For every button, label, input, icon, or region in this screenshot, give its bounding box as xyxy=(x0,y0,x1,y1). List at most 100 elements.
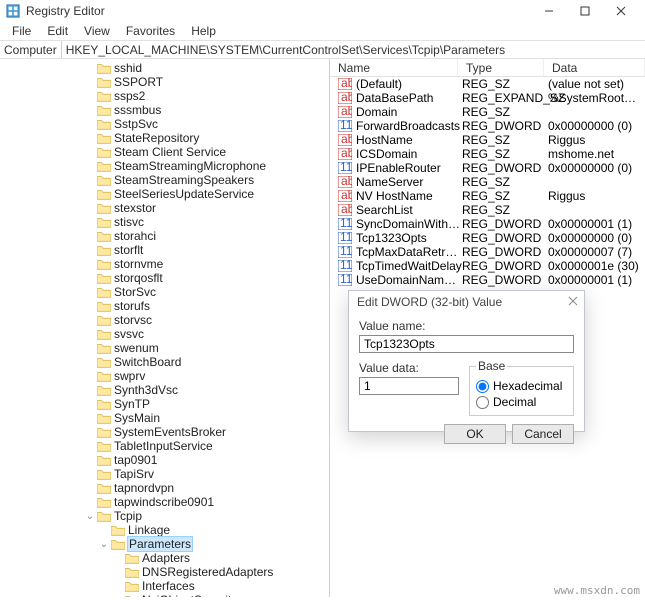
tree-node-label: SynTP xyxy=(114,397,150,411)
cancel-button[interactable]: Cancel xyxy=(512,424,574,444)
tree-node[interactable]: ›DNSRegisteredAdapters xyxy=(0,565,329,579)
cell-type: REG_DWORD xyxy=(462,217,548,231)
addressbar: Computer HKEY_LOCAL_MACHINE\SYSTEM\Curre… xyxy=(0,41,645,59)
list-row[interactable]: 110IPEnableRouterREG_DWORD0x00000000 (0) xyxy=(330,161,645,175)
tree-node[interactable]: ›SystemEventsBroker xyxy=(0,425,329,439)
cell-data: 0x00000000 (0) xyxy=(548,161,645,175)
tree-node[interactable]: ›SteamStreamingMicrophone xyxy=(0,159,329,173)
radio-dec[interactable]: Decimal xyxy=(476,395,567,409)
col-data[interactable]: Data xyxy=(544,59,645,76)
tree-node[interactable]: ›swenum xyxy=(0,341,329,355)
tree-node[interactable]: ›SynTP xyxy=(0,397,329,411)
list-row[interactable]: abNameServerREG_SZ xyxy=(330,175,645,189)
cell-name: IPEnableRouter xyxy=(356,161,462,175)
tree-node[interactable]: ›sssmbus xyxy=(0,103,329,117)
svg-text:ab: ab xyxy=(341,204,352,216)
ok-button[interactable]: OK xyxy=(444,424,506,444)
edit-dword-dialog: Edit DWORD (32-bit) Value Value name: Va… xyxy=(348,290,585,432)
tree-node[interactable]: ›stexstor xyxy=(0,201,329,215)
tree-node[interactable]: ›StateRepository xyxy=(0,131,329,145)
cell-type: REG_DWORD xyxy=(462,161,548,175)
value-data-input[interactable] xyxy=(359,377,459,395)
menu-view[interactable]: View xyxy=(76,22,118,40)
tree-node[interactable]: ›StorSvc xyxy=(0,285,329,299)
tree-node[interactable]: ›swprv xyxy=(0,369,329,383)
tree-node[interactable]: ›SSPORT xyxy=(0,75,329,89)
tree-node[interactable]: ›TabletInputService xyxy=(0,439,329,453)
col-type[interactable]: Type xyxy=(458,59,544,76)
tree-node[interactable]: ⌄Parameters xyxy=(0,537,329,551)
col-name[interactable]: Name xyxy=(330,59,458,76)
tree-node[interactable]: ›ssps2 xyxy=(0,89,329,103)
collapse-icon[interactable]: ⌄ xyxy=(84,511,96,522)
titlebar: Registry Editor xyxy=(0,0,645,22)
tree-node[interactable]: ›NsiObjectSecurity xyxy=(0,593,329,597)
svg-text:ab: ab xyxy=(341,148,352,160)
list-row[interactable]: abNV HostNameREG_SZRiggus xyxy=(330,189,645,203)
tree-node[interactable]: ›SteelSeriesUpdateService xyxy=(0,187,329,201)
cell-data: (value not set) xyxy=(548,77,645,91)
tree-node[interactable]: ›SwitchBoard xyxy=(0,355,329,369)
tree-node-label: Interfaces xyxy=(142,579,195,593)
tree-pane[interactable]: ›sshid›SSPORT›ssps2›sssmbus›SstpSvc›Stat… xyxy=(0,59,330,597)
tree-node[interactable]: ›Interfaces xyxy=(0,579,329,593)
minimize-button[interactable] xyxy=(531,0,567,22)
address-path[interactable]: HKEY_LOCAL_MACHINE\SYSTEM\CurrentControl… xyxy=(61,41,645,58)
cell-name: ForwardBroadcasts xyxy=(356,119,462,133)
tree-node-label: svsvc xyxy=(114,327,144,341)
tree-node[interactable]: ›tapwindscribe0901 xyxy=(0,495,329,509)
collapse-icon[interactable]: ⌄ xyxy=(98,539,110,550)
tree-node[interactable]: ›sshid xyxy=(0,61,329,75)
menu-file[interactable]: File xyxy=(4,22,39,40)
cell-data: 0x00000000 (0) xyxy=(548,231,645,245)
dialog-close-button[interactable] xyxy=(568,293,578,307)
cell-name: NameServer xyxy=(356,175,462,189)
close-button[interactable] xyxy=(603,0,639,22)
radio-dec-input[interactable] xyxy=(476,396,489,409)
list-row[interactable]: 110ForwardBroadcastsREG_DWORD0x00000000 … xyxy=(330,119,645,133)
tree-node[interactable]: ›Linkage xyxy=(0,523,329,537)
svg-text:110: 110 xyxy=(340,218,352,230)
tree-node[interactable]: ›storahci xyxy=(0,229,329,243)
tree-node[interactable]: ›storflt xyxy=(0,243,329,257)
list-row[interactable]: abDomainREG_SZ xyxy=(330,105,645,119)
list-row[interactable]: 110UseDomainNameDevolutionREG_DWORD0x000… xyxy=(330,273,645,287)
list-row[interactable]: abDataBasePathREG_EXPAND_SZ%SystemRoot%\… xyxy=(330,91,645,105)
tree-node[interactable]: ›SteamStreamingSpeakers xyxy=(0,173,329,187)
tree-node[interactable]: ›Adapters xyxy=(0,551,329,565)
tree-node[interactable]: ›stisvc xyxy=(0,215,329,229)
tree-node[interactable]: ›storvsc xyxy=(0,313,329,327)
tree-node[interactable]: ›SstpSvc xyxy=(0,117,329,131)
cell-name: SearchList xyxy=(356,203,462,217)
tree-node[interactable]: ›storqosflt xyxy=(0,271,329,285)
tree-node[interactable]: ⌄Tcpip xyxy=(0,509,329,523)
tree-node[interactable]: ›Synth3dVsc xyxy=(0,383,329,397)
menu-help[interactable]: Help xyxy=(183,22,224,40)
list-row[interactable]: abHostNameREG_SZRiggus xyxy=(330,133,645,147)
menu-edit[interactable]: Edit xyxy=(39,22,76,40)
reg-string-icon: ab xyxy=(338,190,352,202)
radio-hex-input[interactable] xyxy=(476,380,489,393)
list-row[interactable]: 110TcpTimedWaitDelayREG_DWORD0x0000001e … xyxy=(330,259,645,273)
tree-node[interactable]: ›svsvc xyxy=(0,327,329,341)
value-name-label: Value name: xyxy=(359,319,574,333)
list-row[interactable]: 110TcpMaxDataRetransmissionsREG_DWORD0x0… xyxy=(330,245,645,259)
list-row[interactable]: 110Tcp1323OptsREG_DWORD0x00000000 (0) xyxy=(330,231,645,245)
list-row[interactable]: abICSDomainREG_SZmshome.net xyxy=(330,147,645,161)
menu-favorites[interactable]: Favorites xyxy=(118,22,183,40)
tree-node[interactable]: ›storufs xyxy=(0,299,329,313)
list-row[interactable]: abSearchListREG_SZ xyxy=(330,203,645,217)
radio-hex[interactable]: Hexadecimal xyxy=(476,379,567,393)
tree-node[interactable]: ›SysMain xyxy=(0,411,329,425)
maximize-button[interactable] xyxy=(567,0,603,22)
tree-node[interactable]: ›tap0901 xyxy=(0,453,329,467)
tree-node[interactable]: ›tapnordvpn xyxy=(0,481,329,495)
tree-node[interactable]: ›stornvme xyxy=(0,257,329,271)
list-row[interactable]: ab(Default)REG_SZ(value not set) xyxy=(330,77,645,91)
value-name-input xyxy=(359,335,574,353)
tree-node[interactable]: ›Steam Client Service xyxy=(0,145,329,159)
regedit-icon xyxy=(6,4,20,18)
tree-node[interactable]: ›TapiSrv xyxy=(0,467,329,481)
list-row[interactable]: 110SyncDomainWithMembersh...REG_DWORD0x0… xyxy=(330,217,645,231)
tree-node-label: Steam Client Service xyxy=(114,145,226,159)
